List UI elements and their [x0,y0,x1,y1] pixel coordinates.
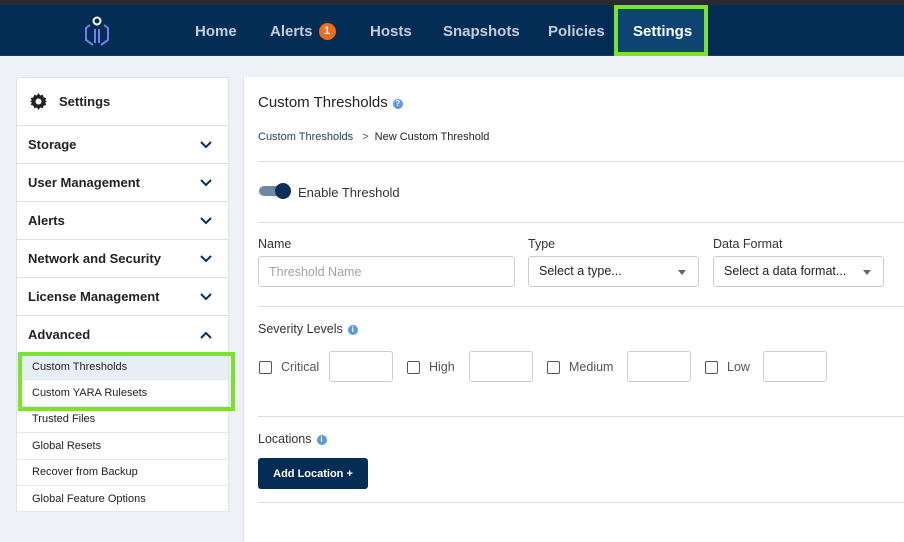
data-format-label: Data Format [713,237,783,251]
sidebar-section-label: Alerts [28,213,65,228]
type-select-value: Select a type... [539,264,622,278]
severity-label: Critical [281,360,320,374]
nav-policies[interactable]: Policies [532,5,621,56]
severity-checkbox[interactable] [407,361,420,374]
severity-label: High [429,360,455,374]
divider [258,161,904,162]
page-title: Custom Thresholds? [258,94,403,111]
severity-value-input[interactable] [627,351,691,382]
info-icon[interactable]: i [316,435,327,445]
divider [258,416,904,417]
sidebar-item[interactable]: Custom YARA Rulesets [17,380,228,407]
info-icon[interactable]: i [347,325,358,335]
severity-levels-text: Severity Levels [258,322,343,336]
chevron-down-icon [200,292,212,300]
chevron-down-icon [200,178,212,186]
divider [258,306,904,307]
sidebar-item[interactable]: Global Feature Options [17,486,228,513]
sidebar-item[interactable]: Global Resets [17,433,228,460]
breadcrumb-current: New Custom Threshold [374,131,490,143]
divider [258,222,904,223]
sidebar-item[interactable]: Recover from Backup [17,460,228,486]
top-nav: Home Alerts 1 Hosts Snapshots Policies Se… [0,5,904,56]
threshold-name-input[interactable] [258,256,515,287]
chevron-up-icon [200,331,212,339]
nav-hosts[interactable]: Hosts [354,5,428,56]
gear-icon [30,93,47,110]
chevron-down-icon [200,216,212,224]
add-location-button[interactable]: Add Location + [258,458,368,489]
sidebar-section[interactable]: Storage [17,126,228,164]
severity-label: Low [727,360,750,374]
breadcrumb: Custom Thresholds > New Custom Threshold [258,131,489,143]
sidebar-header: Settings [17,78,228,126]
dropdown-caret-icon [863,270,871,275]
sidebar-section[interactable]: Alerts [17,202,228,240]
alerts-count-badge: 1 [318,23,336,40]
chevron-down-icon [200,254,212,262]
sidebar-section[interactable]: License Management [17,278,228,316]
divider [258,502,904,503]
name-label: Name [258,237,292,251]
severity-value-input[interactable] [763,351,827,382]
type-select[interactable]: Select a type... [528,256,699,287]
sidebar-section[interactable]: Network and Security [17,240,228,278]
sidebar-section[interactable]: Advanced [17,316,228,354]
breadcrumb-link[interactable]: Custom Thresholds [258,131,353,143]
sidebar-section-label: Advanced [28,327,91,342]
sidebar-section[interactable]: User Management [17,164,228,202]
nav-home[interactable]: Home [179,5,253,56]
sidebar-item[interactable]: Custom Thresholds [17,354,228,381]
enable-threshold-label: Enable Threshold [298,185,400,200]
sidebar-section-label: Storage [28,137,77,152]
nav-alerts-label: Alerts [270,23,313,40]
severity-levels-label: Severity Levels i [258,322,358,336]
severity-value-input[interactable] [469,351,533,382]
locations-text: Locations [258,432,312,446]
data-format-select[interactable]: Select a data format... [713,256,884,287]
main-panel: Custom Thresholds? Custom Thresholds > Ne… [243,77,904,542]
severity-value-input[interactable] [329,351,393,382]
page-title-text: Custom Thresholds [258,94,388,111]
locations-label: Locations i [258,432,327,446]
sidebar-section-label: User Management [28,175,140,190]
dropdown-caret-icon [678,270,686,275]
sidebar-section-label: License Management [28,289,160,304]
severity-checkbox[interactable] [259,361,272,374]
severity-checkbox[interactable] [705,361,718,374]
settings-sidebar: Settings Storage User Management Alerts Net… [16,77,229,513]
sidebar-section-label: Network and Security [28,251,161,266]
data-format-select-value: Select a data format... [724,264,847,278]
nav-alerts[interactable]: Alerts 1 [254,5,352,56]
severity-checkbox[interactable] [547,361,560,374]
breadcrumb-separator: > [362,131,369,143]
type-label: Type [528,237,556,251]
enable-threshold-toggle[interactable] [259,183,291,199]
nav-snapshots[interactable]: Snapshots [427,5,536,56]
help-icon[interactable]: ? [392,99,403,109]
nav-settings[interactable]: Settings [614,5,708,56]
chevron-down-icon [200,140,212,148]
severity-label: Medium [569,360,614,374]
sidebar-title: Settings [59,94,111,109]
logo-icon [85,16,109,46]
sidebar-item[interactable]: Trusted Files [17,407,228,434]
